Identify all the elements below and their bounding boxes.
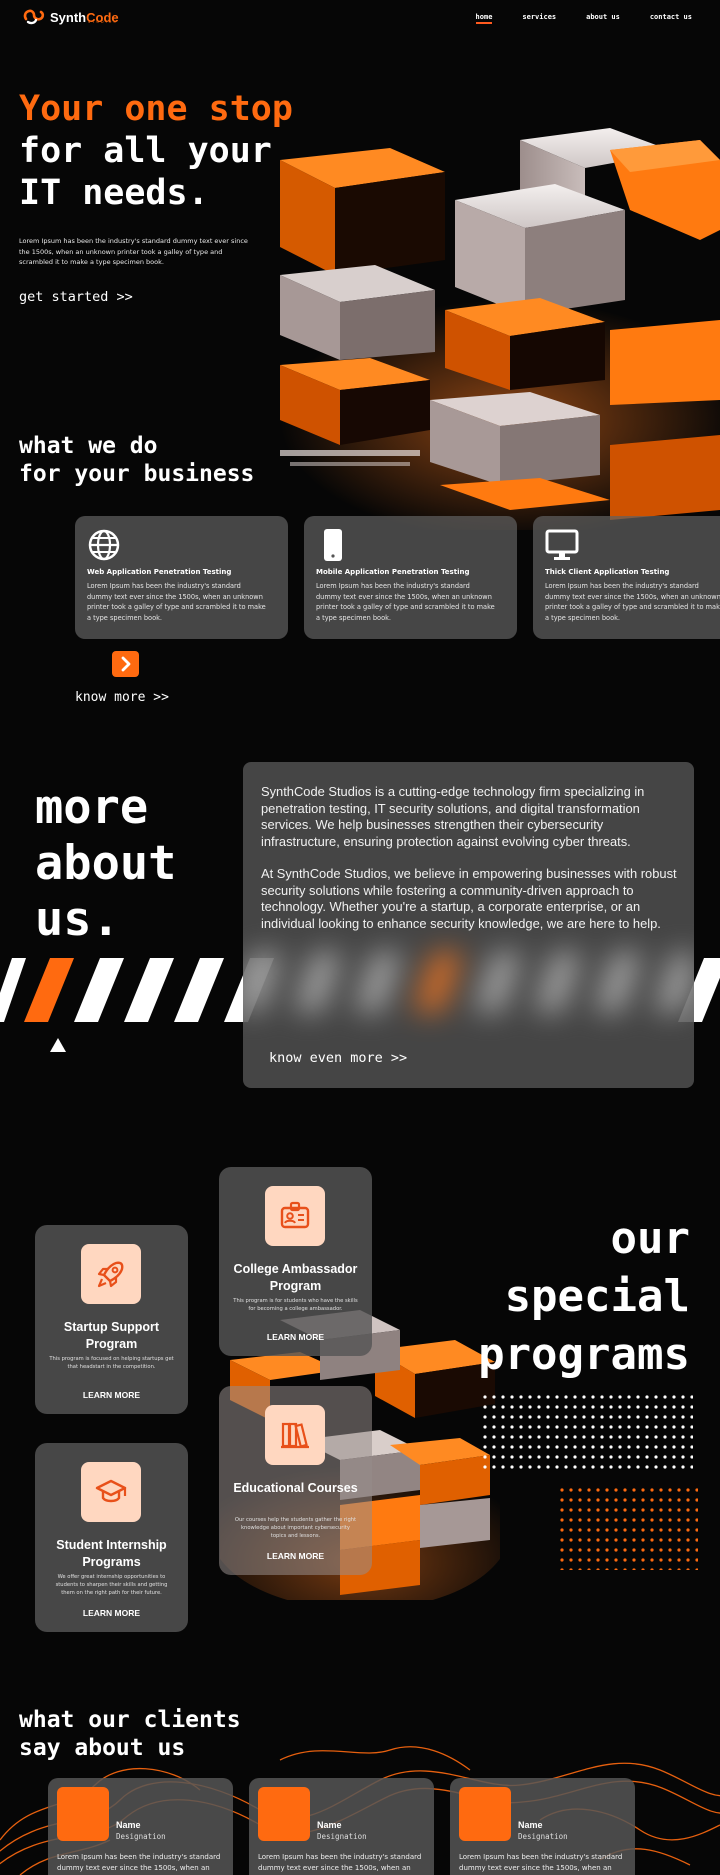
program-icon-tile <box>265 1186 325 1246</box>
hero-title-line-3: IT needs. <box>19 173 209 213</box>
nav-link-about-us[interactable]: about us <box>586 13 620 21</box>
next-services-button[interactable] <box>112 651 139 677</box>
mobile-icon <box>324 529 342 561</box>
programs-heading-line-3: programs <box>478 1329 690 1380</box>
nav-link-services[interactable]: services <box>522 13 556 21</box>
what-we-do-heading-line-1: what we do <box>19 433 158 459</box>
about-heading-line-2: about <box>35 836 177 891</box>
testimonial-designation: Designation <box>518 1832 568 1841</box>
service-name: Thick Client Application Testing <box>545 568 670 576</box>
dot-grid-white-decoration <box>483 1395 693 1475</box>
know-more-link[interactable]: know more >> <box>75 690 169 705</box>
graduation-cap-icon <box>95 1479 127 1503</box>
learn-more-link[interactable]: LEARN MORE <box>35 1608 188 1618</box>
program-card-startup[interactable]: Startup Support Program This program is … <box>35 1225 188 1414</box>
hero-title: Your one stop for all your IT needs. <box>19 88 293 214</box>
testimonial-name: Name <box>116 1820 141 1830</box>
avatar <box>459 1787 511 1841</box>
service-description: Lorem Ipsum has been the industry's stan… <box>316 582 495 622</box>
program-name: Student Internship Programs <box>56 1538 167 1569</box>
program-description: This program is focused on helping start… <box>49 1356 174 1370</box>
dot-grid-orange-decoration <box>560 1488 698 1570</box>
about-paragraph-1: SynthCode Studios is a cutting-edge tech… <box>261 784 645 849</box>
id-badge-icon <box>280 1201 310 1229</box>
hero-title-line-1: Your one stop <box>19 89 293 129</box>
chevron-right-icon <box>121 656 131 672</box>
service-name: Web Application Penetration Testing <box>87 568 232 576</box>
program-card-college-ambassador[interactable]: College Ambassador Program This program … <box>219 1167 372 1356</box>
service-card-mobile[interactable]: Mobile Application Penetration Testing L… <box>304 516 517 639</box>
program-name: Startup Support Program <box>63 1320 160 1351</box>
program-card-student-internship[interactable]: Student Internship Programs We offer gre… <box>35 1443 188 1632</box>
brand-subtitle: STUDIOS <box>88 20 118 24</box>
books-icon <box>281 1422 309 1449</box>
program-description: Our courses help the students gather the… <box>234 1517 357 1539</box>
what-we-do-heading-line-2: for your business <box>19 461 255 487</box>
nav-link-contact-us[interactable]: contact us <box>650 13 692 21</box>
service-description: Lorem Ipsum has been the industry's stan… <box>545 582 720 622</box>
programs-heading-line-2: special <box>504 1271 690 1322</box>
testimonial-text: Lorem Ipsum has been the industry's stan… <box>459 1853 623 1872</box>
about-heading-line-3: us. <box>35 892 120 947</box>
brand-logo[interactable]: SynthCode <box>22 7 119 27</box>
get-started-link[interactable]: get started >> <box>19 289 133 305</box>
testimonial-card: Name Designation Lorem Ipsum has been th… <box>450 1778 635 1875</box>
hero-cubes-illustration <box>280 128 720 530</box>
triangle-decoration <box>50 1038 66 1052</box>
nav-link-home[interactable]: home <box>475 13 492 24</box>
testimonial-text: Lorem Ipsum has been the industry's stan… <box>258 1853 422 1872</box>
program-card-educational-courses[interactable]: Educational Courses Our courses help the… <box>219 1386 372 1575</box>
avatar <box>57 1787 109 1841</box>
service-description: Lorem Ipsum has been the industry's stan… <box>87 582 266 622</box>
program-name: Educational Courses <box>233 1481 358 1495</box>
logo-mark-icon <box>23 9 45 25</box>
testimonial-designation: Designation <box>116 1832 166 1841</box>
testimonial-designation: Designation <box>317 1832 367 1841</box>
learn-more-link[interactable]: LEARN MORE <box>35 1390 188 1400</box>
nav-links: home services about us contact us <box>475 13 692 24</box>
programs-heading-line-1: our <box>610 1213 690 1264</box>
testimonial-name: Name <box>518 1820 543 1830</box>
program-icon-tile <box>265 1405 325 1465</box>
what-we-do-heading: what we do for your business <box>19 432 254 488</box>
know-even-more-link[interactable]: know even more >> <box>269 1050 407 1066</box>
testimonial-name: Name <box>317 1820 342 1830</box>
program-name: College Ambassador Program <box>233 1262 358 1293</box>
program-icon-tile <box>81 1462 141 1522</box>
about-paragraph-2: At SynthCode Studios, we believe in empo… <box>261 866 677 931</box>
testimonials-heading-line-1: what our clients <box>19 1707 241 1733</box>
testimonial-card: Name Designation Lorem Ipsum has been th… <box>249 1778 434 1875</box>
service-card-web[interactable]: Web Application Penetration Testing Lore… <box>75 516 288 639</box>
testimonials-heading-line-2: say about us <box>19 1735 186 1761</box>
learn-more-link[interactable]: LEARN MORE <box>219 1332 372 1342</box>
about-heading-line-1: more <box>35 780 149 835</box>
service-name: Mobile Application Penetration Testing <box>316 568 470 576</box>
program-description: We offer great internship opportunities … <box>55 1574 168 1596</box>
service-card-thick-client[interactable]: Thick Client Application Testing Lorem I… <box>533 516 720 639</box>
hero-title-line-2: for all your <box>19 131 272 171</box>
programs-heading: our special programs <box>478 1210 690 1384</box>
about-heading: more about us. <box>35 780 176 948</box>
program-icon-tile <box>81 1244 141 1304</box>
blurred-stripes-decoration <box>243 952 694 1012</box>
learn-more-link[interactable]: LEARN MORE <box>219 1551 372 1561</box>
testimonial-card: Name Designation Lorem Ipsum has been th… <box>48 1778 233 1875</box>
testimonial-text: Lorem Ipsum has been the industry's stan… <box>57 1853 221 1872</box>
rocket-icon <box>97 1261 124 1288</box>
globe-icon <box>88 529 120 561</box>
program-description: This program is for students who have th… <box>233 1298 358 1312</box>
about-panel: SynthCode Studios is a cutting-edge tech… <box>243 762 694 1088</box>
top-navbar: SynthCode STUDIOS home services about us… <box>0 0 720 36</box>
hero-description: Lorem Ipsum has been the industry's stan… <box>19 237 248 266</box>
testimonials-heading: what our clients say about us <box>19 1706 241 1762</box>
monitor-icon <box>545 529 579 560</box>
avatar <box>258 1787 310 1841</box>
